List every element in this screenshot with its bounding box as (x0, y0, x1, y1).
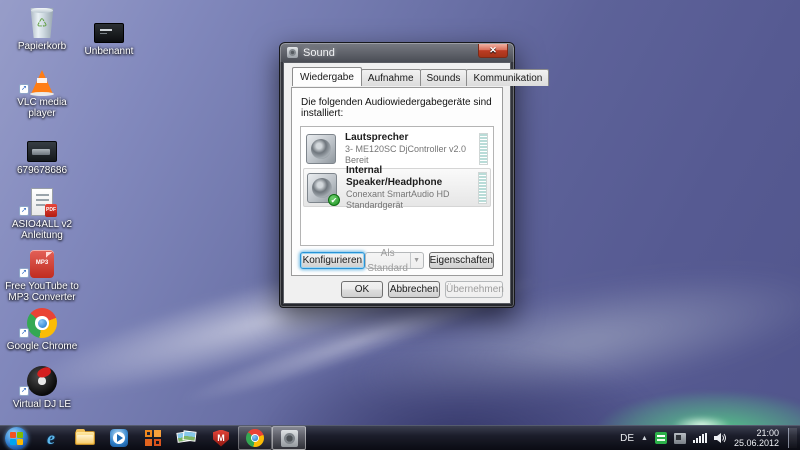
media-player-icon (110, 429, 128, 447)
desktop-icon-chrome[interactable]: ➚ Google Chrome (3, 304, 81, 352)
devices-description: Die folgenden Audiowiedergabegeräte sind… (301, 97, 493, 119)
desktop-icon-label: Google Chrome (3, 341, 81, 352)
desktop-icon-label: Unbenannt (70, 46, 148, 57)
shortcut-arrow-icon: ➚ (19, 206, 29, 216)
speaker-device-icon (306, 134, 336, 164)
dialog-footer: OK Abbrechen Übernehmen (291, 281, 503, 298)
set-default-button[interactable]: Als Standard ▼ (365, 252, 424, 269)
network-signal-icon[interactable] (693, 433, 707, 443)
taskbar-item-office[interactable] (136, 426, 170, 450)
device-row-internal-speaker[interactable]: ✔ Internal Speaker/Headphone Conexant Sm… (303, 168, 491, 207)
recycle-bin-icon (29, 8, 55, 38)
clock[interactable]: 21:00 25.06.2012 (734, 428, 781, 448)
taskbar-item-mcafee[interactable]: M (204, 426, 238, 450)
desktop-icon-label: 679678686 (3, 165, 81, 176)
chrome-icon (246, 429, 264, 447)
folder-icon (75, 431, 95, 445)
device-name: Lautsprecher (345, 132, 473, 144)
show-hidden-icons-chevron[interactable]: ▲ (641, 435, 648, 442)
tab-aufnahme[interactable]: Aufnahme (361, 69, 421, 86)
virtual-dj-icon (27, 366, 57, 396)
mcafee-shield-icon: M (213, 430, 229, 447)
dropdown-arrow-icon[interactable]: ▼ (410, 253, 423, 268)
desktop-icon-label: Free YouTube to MP3 Converter (3, 281, 81, 303)
taskbar: e M DE ▲ 21:00 25.06.2012 (0, 425, 800, 450)
desktop-icon-videofile[interactable]: 679678686 (3, 128, 81, 176)
ok-button[interactable]: OK (341, 281, 383, 298)
shortcut-arrow-icon: ➚ (19, 84, 29, 94)
tray-app-icon[interactable] (655, 432, 667, 444)
apply-button[interactable]: Übernehmen (445, 281, 503, 298)
show-desktop-button[interactable] (788, 428, 797, 448)
desktop-icon-virtual-dj[interactable]: ➚ Virtual DJ LE (3, 362, 81, 410)
taskbar-item-photo-viewer[interactable] (170, 426, 204, 450)
volume-meter (478, 172, 487, 204)
device-list: Lautsprecher 3- ME120SC DjController v2.… (300, 126, 494, 246)
desktop-icon-label: Virtual DJ LE (3, 399, 81, 410)
tab-strip: Wiedergabe Aufnahme Sounds Kommunikation (291, 69, 503, 86)
speaker-device-icon: ✔ (307, 173, 337, 203)
mp3-converter-icon (30, 250, 54, 278)
dialog-title: Sound (303, 47, 335, 59)
language-indicator[interactable]: DE (620, 433, 634, 444)
tab-sounds[interactable]: Sounds (420, 69, 468, 86)
video-file-icon (27, 141, 57, 162)
pdf-document-icon: PDF (31, 188, 53, 216)
sound-window-icon (281, 430, 298, 447)
close-button[interactable]: ✕ (478, 44, 508, 58)
sound-dialog: Sound ✕ Wiedergabe Aufnahme Sounds Kommu… (279, 42, 515, 308)
taskbar-item-media-player[interactable] (102, 426, 136, 450)
office-icon (145, 430, 161, 446)
start-button[interactable] (5, 427, 28, 450)
tab-wiedergabe[interactable]: Wiedergabe (292, 67, 362, 86)
shortcut-arrow-icon: ➚ (19, 268, 29, 278)
volume-icon[interactable] (714, 432, 727, 444)
cancel-button[interactable]: Abbrechen (388, 281, 440, 298)
system-tray: DE ▲ 21:00 25.06.2012 (620, 428, 800, 448)
desktop-icon-label: VLC media player (3, 97, 81, 119)
taskbar-item-internet-explorer[interactable]: e (34, 426, 68, 450)
default-check-icon: ✔ (328, 194, 340, 206)
windows-logo-icon (10, 432, 23, 445)
tab-kommunikation[interactable]: Kommunikation (466, 69, 549, 86)
set-default-label: Als Standard (366, 246, 410, 276)
clock-time: 21:00 (734, 428, 779, 438)
shortcut-arrow-icon: ➚ (19, 328, 29, 338)
playback-tab-page: Die folgenden Audiowiedergabegeräte sind… (291, 87, 503, 276)
taskbar-item-chrome[interactable] (238, 426, 272, 450)
desktop-icon-free-youtube-mp3[interactable]: ➚ Free YouTube to MP3 Converter (3, 244, 81, 303)
desktop-icon-vlc[interactable]: ➚ VLC media player (3, 60, 81, 119)
volume-meter (479, 133, 488, 165)
pdf-badge-icon: PDF (45, 204, 57, 217)
clock-date: 25.06.2012 (734, 438, 779, 448)
taskbar-item-sound-dialog[interactable] (272, 426, 306, 450)
device-detail: 3- ME120SC DjController v2.0 (345, 144, 473, 155)
desktop-icon-asio4all[interactable]: PDF ➚ ASIO4ALL v2 Anleitung (3, 182, 81, 241)
internet-explorer-icon: e (47, 428, 55, 449)
chrome-icon (27, 308, 57, 338)
vlc-cone-icon (31, 70, 53, 94)
device-name: Internal Speaker/Headphone (346, 165, 472, 189)
sound-icon (287, 47, 298, 58)
desktop-icon-label: ASIO4ALL v2 Anleitung (3, 219, 81, 241)
dark-file-icon (94, 23, 124, 43)
dialog-body: Wiedergabe Aufnahme Sounds Kommunikation… (283, 62, 511, 304)
configure-button[interactable]: Konfigurieren (300, 252, 365, 269)
shortcut-arrow-icon: ➚ (19, 386, 29, 396)
device-row-lautsprecher[interactable]: Lautsprecher 3- ME120SC DjController v2.… (303, 129, 491, 168)
taskbar-item-explorer[interactable] (68, 426, 102, 450)
properties-button[interactable]: Eigenschaften (429, 252, 494, 269)
desktop-icon-unbenannt[interactable]: Unbenannt (70, 9, 148, 57)
photos-icon (177, 430, 197, 446)
device-status: Standardgerät (346, 200, 472, 211)
configure-row: Konfigurieren Als Standard ▼ Eigenschaft… (300, 252, 494, 269)
tray-device-icon[interactable] (674, 433, 686, 444)
device-detail: Conexant SmartAudio HD (346, 189, 472, 200)
